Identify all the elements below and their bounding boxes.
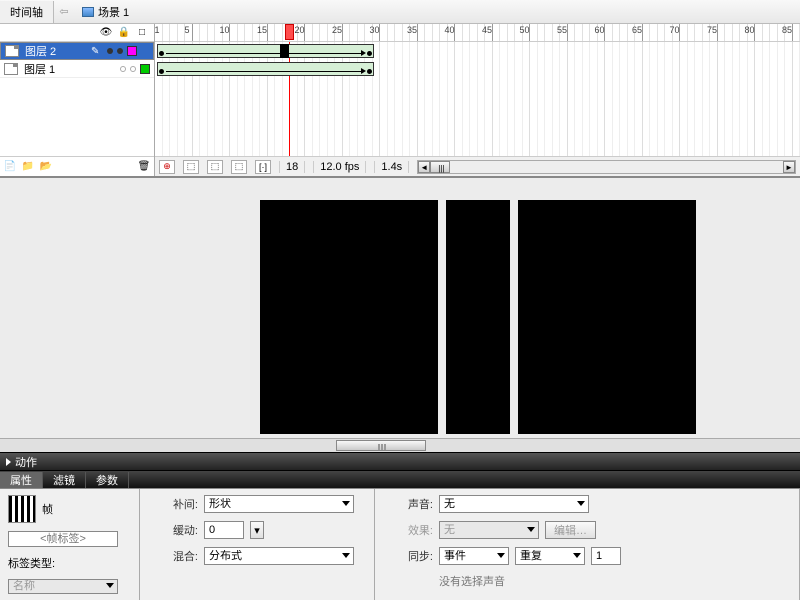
- scene-tab[interactable]: 场景 1: [74, 1, 137, 23]
- onion-skin-icon[interactable]: ⬚: [183, 160, 199, 174]
- repeat-select[interactable]: 重复: [515, 547, 585, 565]
- scene-label: 场景 1: [98, 4, 129, 20]
- onion-markers-icon[interactable]: [·]: [255, 160, 271, 174]
- effect-select: 无: [439, 521, 539, 539]
- sync-lbl: 同步:: [383, 548, 433, 564]
- stage-shape-2[interactable]: [446, 200, 510, 434]
- lock-dot-icon[interactable]: [130, 66, 136, 72]
- timeline-h-scroll[interactable]: ◄ ||| ►: [417, 160, 796, 174]
- edit-effect-button: 编辑…: [545, 521, 596, 539]
- tab-params[interactable]: 参数: [86, 472, 129, 488]
- tween-select[interactable]: 形状: [204, 495, 354, 513]
- stage-shape-1[interactable]: [260, 200, 438, 434]
- lock-icon[interactable]: 🔒: [118, 27, 130, 39]
- outline-color-icon[interactable]: [140, 64, 150, 74]
- layers-panel: 👁 🔒 □ 图层 2 ✎ 图层 1 📄 📁 📂 🗑: [0, 24, 155, 176]
- label-type-select: 名称: [8, 579, 118, 595]
- layer-icon: [5, 45, 19, 57]
- layer-icon: [4, 63, 18, 75]
- fps-value: 12.0 fps: [313, 161, 366, 173]
- trash-icon[interactable]: 🗑: [138, 161, 150, 173]
- outline-icon[interactable]: □: [136, 27, 148, 39]
- playhead-icon[interactable]: [285, 24, 294, 40]
- ease-lbl: 缓动:: [148, 522, 198, 538]
- repeat-count-input[interactable]: [591, 547, 621, 565]
- center-frame-icon[interactable]: ⊕: [159, 160, 175, 174]
- blend-select[interactable]: 分布式: [204, 547, 354, 565]
- onion-outline-icon[interactable]: ⬚: [207, 160, 223, 174]
- stage[interactable]: [0, 178, 800, 452]
- sound-lbl: 声音:: [383, 496, 433, 512]
- blend-lbl: 混合:: [148, 548, 198, 564]
- stage-h-scroll[interactable]: [0, 438, 800, 452]
- no-sound-label: 没有选择声音: [439, 573, 505, 589]
- ease-input[interactable]: [204, 521, 244, 539]
- tab-timeline[interactable]: 时间轴: [0, 1, 54, 23]
- scroll-left-icon[interactable]: ◄: [418, 161, 430, 173]
- stage-scroll-thumb[interactable]: [336, 440, 426, 451]
- timeline-tracks[interactable]: [155, 42, 800, 156]
- layer-row-0[interactable]: 图层 2 ✎: [0, 42, 154, 60]
- actions-panel-header[interactable]: 动作: [0, 452, 800, 470]
- add-guide-icon[interactable]: 📁: [22, 161, 34, 173]
- scroll-right-icon[interactable]: ►: [783, 161, 795, 173]
- frame-thumb-icon: [8, 495, 36, 523]
- playhead-line: [289, 42, 290, 156]
- sync-select[interactable]: 事件: [439, 547, 509, 565]
- effect-lbl: 效果:: [383, 522, 433, 538]
- add-folder-icon[interactable]: 📂: [40, 161, 52, 173]
- eye-icon[interactable]: 👁: [100, 27, 112, 39]
- layer-name: 图层 1: [22, 61, 100, 77]
- lock-dot-icon[interactable]: [117, 48, 123, 54]
- expand-icon: [6, 458, 11, 466]
- frame-section-label: 帧: [42, 501, 53, 517]
- time-value: 1.4s: [374, 161, 409, 173]
- properties-panel: 帧 标签类型: 名称 补间: 形状 缓动: ▾ 混合: 分布式 声音: 无 效果…: [0, 488, 800, 600]
- current-frame: 18: [279, 161, 305, 173]
- pencil-icon: ✎: [91, 46, 103, 57]
- scene-icon: [82, 7, 94, 17]
- ease-stepper[interactable]: ▾: [250, 521, 264, 539]
- stage-shape-3[interactable]: [518, 200, 696, 434]
- label-type-lbl: 标签类型:: [8, 555, 55, 571]
- add-layer-icon[interactable]: 📄: [4, 161, 16, 173]
- frame-label-input[interactable]: [8, 531, 118, 547]
- scroll-thumb[interactable]: |||: [430, 161, 450, 173]
- actions-title: 动作: [15, 454, 37, 470]
- tween-lbl: 补间:: [148, 496, 198, 512]
- tab-properties[interactable]: 属性: [0, 472, 43, 488]
- timeline-ruler[interactable]: 1510152025303540455055606570758085909510…: [155, 24, 800, 42]
- nav-back-icon[interactable]: ⇦: [54, 5, 74, 18]
- sound-select[interactable]: 无: [439, 495, 589, 513]
- tab-filters[interactable]: 滤镜: [43, 472, 86, 488]
- visibility-dot-icon[interactable]: [107, 48, 113, 54]
- visibility-dot-icon[interactable]: [120, 66, 126, 72]
- outline-color-icon[interactable]: [127, 46, 137, 56]
- layer-row-1[interactable]: 图层 1: [0, 60, 154, 78]
- layer-name: 图层 2: [23, 43, 87, 59]
- edit-multi-icon[interactable]: ⬚: [231, 160, 247, 174]
